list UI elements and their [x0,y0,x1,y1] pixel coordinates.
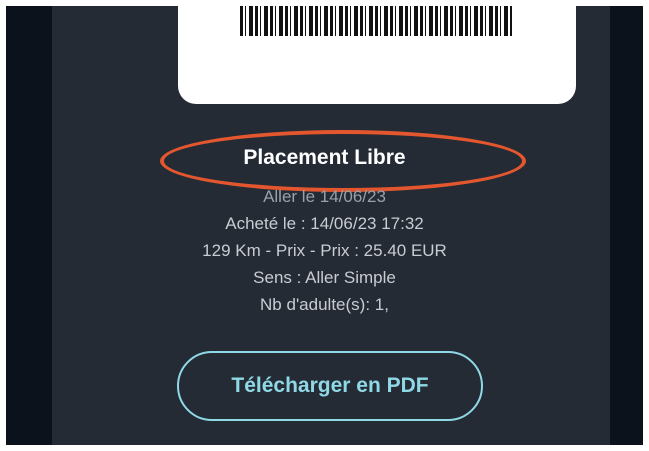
ticket-card [178,6,576,104]
detail-travel-date: Aller le 14/06/23 [263,187,386,206]
detail-purchase-date: Acheté le : 14/06/23 17:32 [225,214,424,233]
ticket-details: Aller le 14/06/23 Acheté le : 14/06/23 1… [6,183,643,318]
detail-distance-price: 129 Km - Prix - Prix : 25.40 EUR [202,241,447,260]
detail-direction: Sens : Aller Simple [253,268,396,287]
barcode-image [240,6,512,36]
detail-adults: Nb d'adulte(s): 1, [260,295,389,314]
app-screen: Placement Libre Aller le 14/06/23 Acheté… [6,6,643,445]
download-pdf-button[interactable]: Télécharger en PDF [177,351,483,421]
